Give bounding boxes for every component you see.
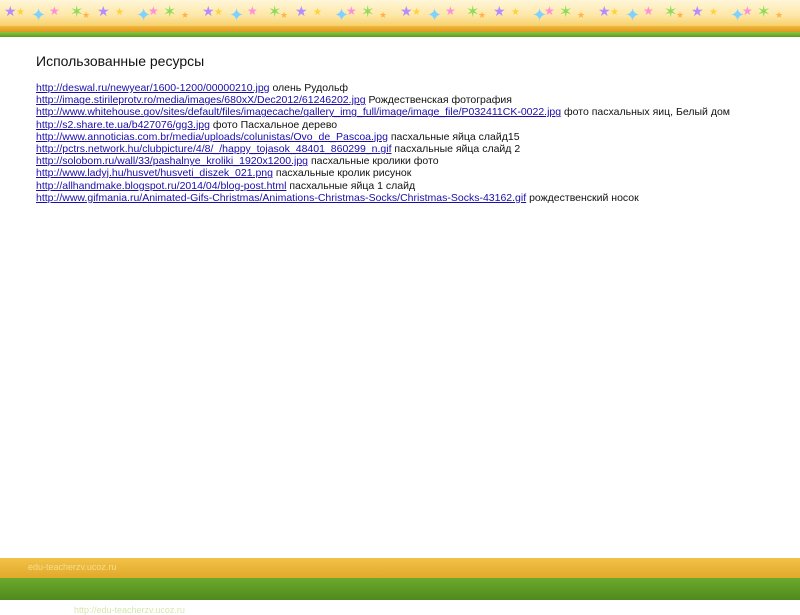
- reference-link[interactable]: http://www.annoticias.com.br/media/uploa…: [36, 131, 388, 143]
- footer-banner: edu-teacherzv.ucoz.ru http://edu-teacher…: [0, 558, 800, 615]
- reference-item: http://s2.share.te.ua/b427076/gg3.jpg фо…: [36, 119, 796, 131]
- top-banner: [0, 0, 800, 26]
- reference-link[interactable]: http://www.ladyj.hu/husvet/husveti_disze…: [36, 167, 273, 179]
- reference-item: http://www.whitehouse.gov/sites/default/…: [36, 106, 796, 118]
- footer-green-band: http://edu-teacherzv.ucoz.ru: [0, 578, 800, 615]
- reference-item: http://www.gifmania.ru/Animated-Gifs-Chr…: [36, 192, 796, 204]
- reference-item: http://allhandmake.blogspot.ru/2014/04/b…: [36, 180, 796, 192]
- reference-item: http://www.ladyj.hu/husvet/husveti_disze…: [36, 167, 796, 179]
- reference-description: пасхальные кролик рисунок: [275, 167, 412, 180]
- reference-link[interactable]: http://image.stirileprotv.ro/media/image…: [36, 94, 366, 106]
- reference-link[interactable]: http://pctrs.network.hu/clubpicture/4/8/…: [36, 143, 392, 155]
- footer-site-label: edu-teacherzv.ucoz.ru: [28, 562, 117, 572]
- reference-link[interactable]: http://www.whitehouse.gov/sites/default/…: [36, 106, 561, 118]
- reference-description: фото Пасхальное дерево: [212, 118, 338, 131]
- reference-list: http://deswal.ru/newyear/1600-1200/00000…: [36, 82, 796, 204]
- reference-item: http://deswal.ru/newyear/1600-1200/00000…: [36, 82, 796, 94]
- reference-description: рождественский носок: [529, 191, 639, 204]
- reference-link[interactable]: http://www.gifmania.ru/Animated-Gifs-Chr…: [36, 192, 526, 204]
- reference-description: Рождественская фотография: [368, 94, 512, 107]
- page-title: Использованные ресурсы: [36, 53, 205, 69]
- reference-description: пасхальные яйца слайд15: [390, 130, 520, 143]
- reference-description: пасхальные яйца 1 слайд: [289, 179, 416, 192]
- reference-link[interactable]: http://deswal.ru/newyear/1600-1200/00000…: [36, 82, 270, 94]
- reference-item: http://www.annoticias.com.br/media/uploa…: [36, 131, 796, 143]
- reference-description: олень Рудольф: [272, 82, 349, 94]
- footer-yellow-band: edu-teacherzv.ucoz.ru: [0, 558, 800, 578]
- reference-item: http://pctrs.network.hu/clubpicture/4/8/…: [36, 143, 796, 155]
- reference-item: http://solobom.ru/wall/33/pashalnye_krol…: [36, 155, 796, 167]
- top-banner-green-stripe: [0, 32, 800, 37]
- footer-url[interactable]: http://edu-teacherzv.ucoz.ru: [74, 605, 185, 615]
- reference-description: пасхальные кролики фото: [310, 155, 439, 168]
- reference-link[interactable]: http://s2.share.te.ua/b427076/gg3.jpg: [36, 119, 210, 131]
- reference-link[interactable]: http://solobom.ru/wall/33/pashalnye_krol…: [36, 155, 308, 167]
- reference-link[interactable]: http://allhandmake.blogspot.ru/2014/04/b…: [36, 180, 286, 192]
- reference-description: фото пасхальных яиц, Белый дом: [564, 106, 731, 119]
- reference-description: пасхальные яйца слайд 2: [394, 143, 521, 156]
- reference-item: http://image.stirileprotv.ro/media/image…: [36, 94, 796, 106]
